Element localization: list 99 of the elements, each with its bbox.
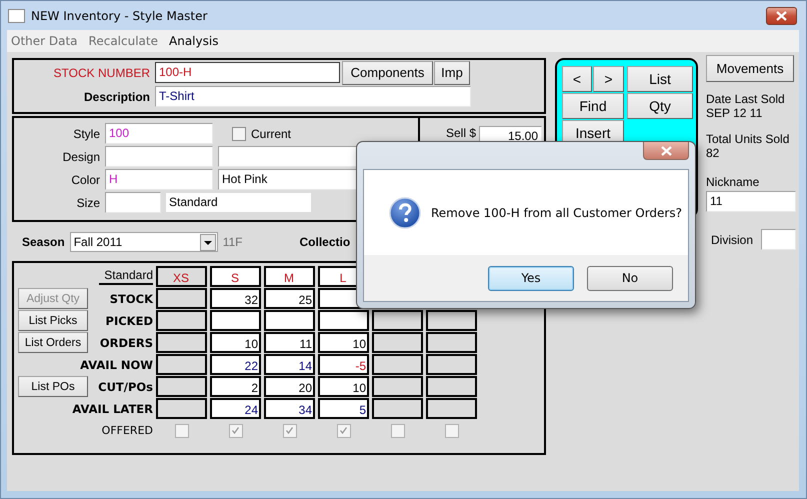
close-icon — [776, 10, 787, 20]
sell-price-label: Sell $ — [446, 126, 476, 140]
row-label: STOCK — [110, 292, 153, 306]
grid-cell — [372, 332, 423, 353]
close-icon — [660, 146, 672, 156]
offered-checkbox[interactable] — [390, 424, 404, 438]
color-code-field[interactable]: H — [105, 169, 213, 190]
date-last-sold-value: SEP 12 11 — [706, 106, 764, 120]
grid-cell: 14 — [264, 354, 315, 375]
color-name-field[interactable]: Hot Pink — [218, 169, 358, 190]
window-title: NEW Inventory - Style Master — [31, 8, 208, 22]
grid-action-button[interactable]: List POs — [18, 376, 88, 397]
offered-checkbox[interactable] — [174, 424, 188, 438]
offered-label: OFFERED — [102, 424, 153, 437]
grid-cell: 5 — [318, 398, 369, 419]
design-code-field[interactable] — [105, 146, 213, 167]
design-label: Design — [62, 150, 100, 164]
grid-cell — [426, 376, 477, 397]
grid-cell — [372, 398, 423, 419]
offered-checkbox[interactable] — [336, 424, 350, 438]
row-label: PICKED — [106, 314, 153, 328]
size-header: M — [264, 266, 315, 287]
dialog-message: Remove 100-H from all Customer Orders? — [431, 206, 682, 220]
size-header: XS — [156, 266, 207, 287]
stock-number-field[interactable]: 100-H — [155, 62, 340, 83]
check-icon — [285, 426, 294, 435]
dialog-button[interactable]: No — [587, 266, 673, 290]
grid-cell: 10 — [210, 332, 261, 353]
grid-cell — [156, 288, 207, 309]
grid-cell: 24 — [210, 398, 261, 419]
color-label: Color — [70, 172, 100, 186]
check-icon — [231, 426, 240, 435]
imp-button[interactable]: Imp — [434, 60, 470, 84]
grid-action-button[interactable]: List Picks — [18, 310, 88, 331]
row-label: ORDERS — [100, 336, 153, 350]
design-name-field[interactable] — [218, 146, 358, 167]
check-icon — [339, 426, 348, 435]
total-units-sold-value: 82 — [706, 146, 720, 160]
division-field[interactable] — [761, 229, 796, 250]
description-label: Description — [82, 90, 150, 104]
nickname-field[interactable]: 11 — [706, 191, 796, 212]
grid-action-button[interactable]: List Orders — [18, 332, 88, 353]
grid-cell — [426, 398, 477, 419]
collection-label: Collectio — [299, 235, 350, 249]
nickname-label: Nickname — [706, 175, 760, 189]
style-label: Style — [72, 126, 100, 140]
current-checkbox[interactable] — [232, 126, 246, 140]
grid-cell: 25 — [264, 288, 315, 309]
row-label: CUT/POs — [98, 380, 153, 394]
grid-cell: 20 — [264, 376, 315, 397]
grid-cell: -5 — [318, 354, 369, 375]
description-field[interactable]: T-Shirt — [155, 86, 471, 107]
window-icon — [8, 8, 25, 22]
grid-cell — [156, 398, 207, 419]
movements-button[interactable]: Movements — [706, 55, 794, 82]
grid-cell: 11 — [264, 332, 315, 353]
grid-cell: 32 — [210, 288, 261, 309]
grid-cell: 2 — [210, 376, 261, 397]
nav-button[interactable]: Find — [562, 93, 624, 119]
grid-cell — [372, 376, 423, 397]
offered-checkbox[interactable] — [444, 424, 458, 438]
grid-cell: 10 — [318, 376, 369, 397]
offered-checkbox[interactable] — [228, 424, 242, 438]
season-label: Season — [22, 235, 65, 249]
style-field[interactable]: 100 — [105, 123, 213, 144]
grid-cell — [156, 354, 207, 375]
offered-checkbox[interactable] — [282, 424, 296, 438]
division-label: Division — [711, 232, 754, 246]
close-button[interactable] — [766, 6, 797, 24]
size-code-field[interactable] — [105, 192, 161, 213]
row-label: AVAIL NOW — [80, 358, 153, 372]
current-label: Current — [251, 126, 292, 140]
season-code: 11F — [222, 235, 242, 249]
grid-cell — [426, 332, 477, 353]
date-last-sold-label: Date Last Sold — [706, 92, 786, 106]
row-label: AVAIL LATER — [72, 402, 153, 416]
nav-button[interactable]: Qty — [627, 93, 693, 119]
total-units-sold-label: Total Units Sold — [706, 132, 790, 146]
size-label: Size — [76, 196, 100, 210]
grid-cell — [156, 376, 207, 397]
close-button[interactable] — [643, 142, 689, 160]
season-dropdown[interactable]: Fall 2011 — [70, 232, 218, 252]
stock-number-label: STOCK NUMBER — [52, 66, 150, 80]
size-scale-label: Standard — [99, 268, 153, 285]
menu-item[interactable]: Analysis — [169, 34, 218, 48]
grid-cell — [156, 332, 207, 353]
nav-button[interactable]: > — [593, 66, 624, 92]
question-icon — [389, 196, 421, 228]
grid-cell: 22 — [210, 354, 261, 375]
components-button[interactable]: Components — [342, 60, 433, 84]
grid-cell: 10 — [318, 332, 369, 353]
nav-button[interactable]: List — [627, 66, 693, 92]
nav-button[interactable]: < — [562, 66, 592, 92]
grid-cell: 34 — [264, 398, 315, 419]
grid-cell — [426, 354, 477, 375]
grid-cell — [372, 354, 423, 375]
size-name-field: Standard — [166, 193, 311, 212]
size-header: S — [210, 266, 261, 287]
dialog-button[interactable]: Yes — [488, 266, 574, 290]
